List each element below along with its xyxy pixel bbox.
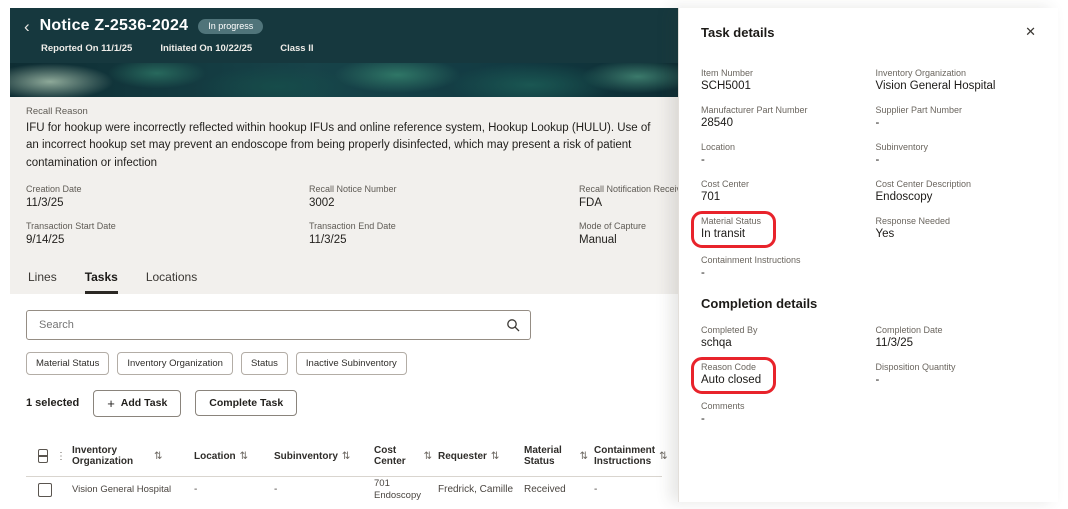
panel-title: Task details — [701, 24, 775, 40]
field-completion-date: Completion Date 11/3/25 — [875, 325, 943, 349]
reason-code-annotation: Reason Code Auto closed — [691, 357, 777, 394]
field-creation-date: Creation Date 11/3/25 — [26, 183, 82, 209]
chip-inactive-subinventory[interactable]: Inactive Subinventory — [295, 351, 407, 375]
field-recall-notification-received-from: Recall Notification Received Fr FDA — [579, 183, 678, 209]
tab-bar: Lines Tasks Locations — [10, 257, 678, 294]
sort-icon[interactable]: ⇅ — [342, 451, 350, 463]
sort-icon[interactable]: ⇅ — [491, 451, 499, 463]
recall-fields-grid: Creation Date 11/3/25 Recall Notice Numb… — [26, 183, 678, 246]
col-location: Location — [194, 450, 236, 462]
select-all-checkbox[interactable] — [38, 449, 48, 464]
field-supplier-part-number: Supplier Part Number - — [875, 105, 963, 129]
plus-icon: + — [107, 395, 115, 411]
kebab-icon[interactable]: ⋮ — [56, 451, 66, 463]
field-mode-of-capture: Mode of Capture Manual — [579, 220, 647, 246]
add-task-button[interactable]: + Add Task — [93, 389, 182, 417]
field-transaction-start-date: Transaction Start Date 9/14/25 — [26, 220, 116, 246]
app-window: ‹ Notice Z-2536-2024 In progress Reporte… — [10, 8, 1058, 502]
sort-icon[interactable]: ⇅ — [154, 451, 162, 463]
chip-status[interactable]: Status — [240, 351, 288, 375]
task-details-panel: Task details ✕ Item Number SCH5001 Inven… — [678, 8, 1058, 502]
field-cost-center-description: Cost Center Description Endoscopy — [875, 179, 972, 203]
table-header-row: ⋮ Inventory Organization ⇅ Location ⇅ Subi… — [26, 441, 668, 477]
material-status-annotation: Material Status In transit — [691, 211, 777, 248]
tab-locations[interactable]: Locations — [146, 270, 197, 294]
meta-class: Class II — [280, 43, 314, 54]
tab-tasks[interactable]: Tasks — [84, 270, 118, 294]
decorative-banner — [10, 63, 678, 97]
chip-inventory-organization[interactable]: Inventory Organization — [117, 351, 233, 375]
notice-title-row: ‹ Notice Z-2536-2024 In progress — [24, 17, 664, 35]
field-inventory-organization: Inventory Organization Vision General Ho… — [875, 68, 996, 92]
sort-icon[interactable]: ⇅ — [240, 451, 248, 463]
search-input[interactable] — [37, 317, 506, 332]
meta-reported-on: Reported On 11/1/25 — [41, 43, 133, 54]
search-icon[interactable] — [506, 318, 520, 332]
page-title: Notice Z-2536-2024 — [39, 17, 189, 34]
sort-icon[interactable]: ⇅ — [580, 451, 588, 463]
completion-fields-grid: Completed By schqa Completion Date 11/3/… — [691, 325, 1036, 438]
field-comments: Comments - — [701, 401, 745, 425]
filter-chips: Material Status Inventory Organization S… — [26, 351, 662, 375]
panel-header: Task details ✕ — [701, 24, 1036, 40]
tasks-table: ⋮ Inventory Organization ⇅ Location ⇅ Subi… — [26, 441, 668, 502]
row-checkbox[interactable] — [38, 482, 52, 497]
field-disposition-quantity: Disposition Quantity - — [875, 362, 956, 386]
back-icon[interactable]: ‹ — [24, 18, 30, 35]
search-box[interactable] — [26, 309, 531, 340]
field-cost-center: Cost Center 701 — [701, 179, 750, 203]
main-content: ‹ Notice Z-2536-2024 In progress Reporte… — [10, 8, 678, 502]
field-manufacturer-part-number: Manufacturer Part Number 28540 — [701, 105, 808, 129]
field-recall-notice-number: Recall Notice Number 3002 — [309, 183, 397, 209]
table-row[interactable]: Vision General Hospital - - 701 Endoscop… — [26, 477, 662, 502]
field-location: Location - — [701, 142, 736, 166]
col-containment-instructions: Containment Instructions — [594, 444, 656, 468]
notice-header: ‹ Notice Z-2536-2024 In progress Reporte… — [10, 8, 678, 63]
field-material-status: Material Status In transit — [691, 211, 862, 248]
field-item-number: Item Number SCH5001 — [701, 68, 754, 92]
field-response-needed: Response Needed Yes — [875, 216, 951, 240]
selected-count: 1 selected — [26, 397, 80, 410]
recall-info-section: Recall Reason IFU for hookup were incorr… — [10, 97, 678, 258]
task-fields-grid: Item Number SCH5001 Inventory Organizati… — [691, 68, 1036, 292]
col-requester: Requester — [438, 450, 487, 462]
tasks-tab-content: Material Status Inventory Organization S… — [10, 293, 678, 502]
field-containment-instructions: Containment Instructions - — [701, 255, 801, 279]
col-cost-center: Cost Center — [374, 444, 406, 468]
chip-material-status[interactable]: Material Status — [26, 351, 110, 375]
col-inventory-organization: Inventory Organization — [72, 444, 134, 468]
recall-reason-text: IFU for hookup were incorrectly reflecte… — [26, 122, 651, 169]
meta-initiated-on: Initiated On 10/22/25 — [160, 43, 253, 54]
recall-reason-label: Recall Reason — [26, 106, 88, 117]
sort-icon[interactable]: ⇅ — [659, 451, 667, 463]
field-completed-by: Completed By schqa — [701, 325, 758, 349]
tab-lines[interactable]: Lines — [28, 270, 57, 294]
field-transaction-end-date: Transaction End Date 11/3/25 — [309, 220, 396, 246]
field-reason-code: Reason Code Auto closed — [691, 357, 862, 394]
notice-meta-row: Reported On 11/1/25 Initiated On 10/22/2… — [24, 43, 664, 54]
col-material-status: Material Status — [524, 444, 562, 468]
complete-task-button[interactable]: Complete Task — [195, 390, 298, 417]
status-badge: In progress — [198, 18, 264, 34]
sort-icon[interactable]: ⇅ — [424, 451, 432, 463]
table-actions: 1 selected + Add Task Complete Task — [26, 389, 662, 417]
field-subinventory: Subinventory - — [875, 142, 929, 166]
close-icon[interactable]: ✕ — [1025, 24, 1036, 40]
col-subinventory: Subinventory — [274, 450, 338, 462]
completion-details-heading: Completion details — [701, 296, 818, 311]
